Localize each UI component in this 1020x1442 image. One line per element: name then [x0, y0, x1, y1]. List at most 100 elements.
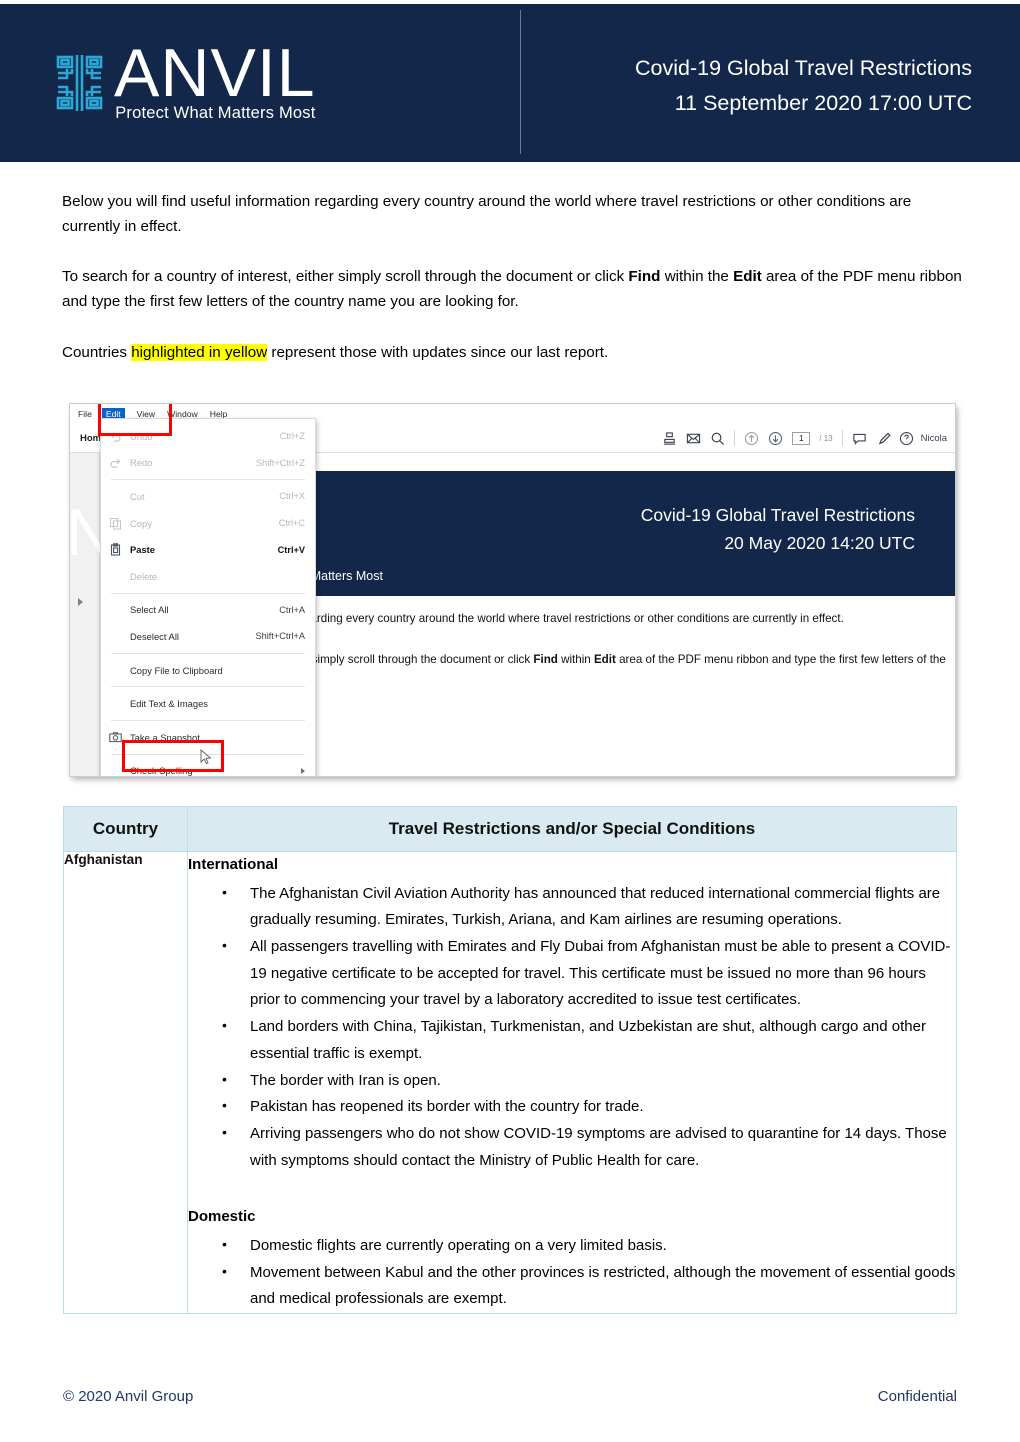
travel-restrictions-table: Country Travel Restrictions and/or Speci… [63, 806, 957, 1314]
copy-icon [109, 517, 124, 530]
anvil-logo: ANVIL Protect What Matters Most [56, 34, 316, 123]
menu-item-label: Copy [130, 517, 152, 529]
no-icon-spacer [109, 697, 124, 710]
menu-item-shortcut: Ctrl+A [279, 604, 305, 615]
menu-item-deselect-all[interactable]: Deselect All Shift+Ctrl+A [101, 623, 315, 650]
menu-item-label: Paste [130, 544, 156, 556]
previous-page-icon[interactable] [744, 431, 759, 446]
section-heading: Domestic [188, 1208, 256, 1226]
menu-item-file[interactable]: File [78, 409, 92, 419]
footer-classification: Confidential [877, 1388, 957, 1405]
menu-item-label: Select All [130, 604, 169, 616]
menu-item-shortcut: Ctrl+V [277, 544, 305, 555]
menu-item-shortcut: Shift+Ctrl+A [255, 631, 305, 642]
menu-item-select-all[interactable]: Select All Ctrl+A [101, 597, 315, 624]
table-header-row: Country Travel Restrictions and/or Speci… [63, 806, 957, 852]
intro-p2-find-bold: Find [628, 268, 661, 286]
list-item: Land borders with China, Tajikistan, Tur… [222, 1013, 956, 1067]
no-icon-spacer [109, 630, 124, 643]
inner-report-timestamp: 20 May 2020 14:20 UTC [724, 533, 915, 553]
list-item: Domestic flights are currently operating… [222, 1232, 956, 1260]
intro-p3-part-b: represent those with updates since our l… [267, 343, 609, 361]
list-item: All passengers travelling with Emirates … [222, 933, 956, 1014]
menu-item-label: Redo [130, 457, 153, 469]
embedded-pdf-screenshot: ANVIL Protect What Matters Most Covid-19… [70, 404, 955, 776]
intro-p2-part-a: To search for a country of interest, eit… [62, 268, 629, 286]
cell-country-name: Afghanistan [63, 851, 188, 1314]
intro-paragraph-3: Countries highlighted in yellow represen… [62, 341, 962, 366]
column-header-restrictions: Travel Restrictions and/or Special Condi… [187, 806, 957, 852]
menu-item-shortcut: Ctrl+C [278, 518, 305, 529]
help-circle-icon[interactable] [899, 431, 914, 446]
menu-separator [111, 592, 305, 594]
menu-item-label: Deselect All [130, 630, 179, 642]
no-icon-spacer [109, 490, 124, 503]
report-title: Covid-19 Global Travel Restrictions [635, 56, 972, 81]
list-item: Pakistan has reopened its border with th… [222, 1093, 956, 1121]
edit-dropdown-menu[interactable]: Undo Ctrl+Z Redo Shift+Ctrl+Z Cut Ctrl+X Copy C… [100, 418, 316, 776]
envelope-icon[interactable] [686, 431, 701, 446]
callout-box-edit-menu [98, 404, 172, 436]
table-body: AfghanistanInternational The Afghanistan … [63, 851, 957, 1314]
intro-p2-edit-bold: Edit [733, 268, 762, 286]
menu-item-label: Cut [130, 490, 145, 502]
header-title-area: Covid-19 Global Travel Restrictions 11 S… [521, 4, 1020, 162]
expand-pane-arrow-icon[interactable] [78, 598, 83, 606]
stamp-icon[interactable] [662, 431, 677, 446]
list-item: Arriving passengers who do not show COVI… [222, 1120, 956, 1174]
paste-clipboard-icon [109, 543, 124, 556]
list-item: The border with Iran is open. [222, 1067, 956, 1095]
page-total-label: / 13 [819, 433, 833, 443]
yellow-highlight-text: highlighted in yellow [131, 343, 268, 361]
inner-p2-edit-bold: Edit [593, 652, 616, 666]
page-number-input[interactable]: 1 [792, 431, 811, 445]
no-icon-spacer [109, 570, 124, 583]
menu-item-shortcut: Ctrl+X [279, 491, 305, 502]
bullet-list: Domestic flights are currently operating… [188, 1232, 956, 1313]
inner-p2-find-bold: Find [533, 652, 558, 666]
anvil-grid-logo-icon [56, 54, 110, 111]
inner-report-title: Covid-19 Global Travel Restrictions [640, 505, 915, 525]
anvil-logo-wordmark: ANVIL Protect What Matters Most [114, 34, 316, 123]
menu-item-edit-text-images[interactable]: Edit Text & Images [101, 690, 315, 717]
report-timestamp: 11 September 2020 17:00 UTC [674, 91, 972, 115]
submenu-chevron-right-icon [301, 767, 305, 774]
no-icon-spacer [109, 603, 124, 616]
toolbar-user-group: Nicola [899, 431, 955, 446]
menu-item-delete: Delete [101, 563, 315, 590]
list-item: Movement between Kabul and the other pro… [222, 1259, 956, 1313]
comment-icon[interactable] [852, 431, 867, 446]
toolbar-separator-2 [841, 430, 843, 446]
redo-icon [109, 456, 124, 469]
intro-paragraph-2: To search for a country of interest, eit… [62, 265, 962, 314]
menu-item-cut: Cut Ctrl+X [101, 483, 315, 510]
logo-tagline: Protect What Matters Most [115, 104, 316, 123]
menu-item-paste[interactable]: Paste Ctrl+V [101, 536, 315, 563]
intro-p2-part-b: within the [660, 268, 734, 286]
highlight-pen-icon[interactable] [876, 431, 891, 446]
intro-text-block: Below you will find useful information r… [62, 190, 962, 365]
table-head: Country Travel Restrictions and/or Speci… [63, 806, 957, 852]
no-icon-spacer [109, 664, 124, 677]
menu-separator [111, 719, 305, 721]
intro-paragraph-1: Below you will find useful information r… [62, 193, 912, 235]
menu-separator [111, 686, 305, 688]
menu-item-label: Copy File to Clipboard [130, 664, 223, 676]
intro-p3-part-a: Countries [62, 343, 132, 361]
menu-item-label: Delete [130, 570, 158, 582]
logo-word: ANVIL [114, 34, 316, 111]
header-logo-area: ANVIL Protect What Matters Most [0, 4, 520, 162]
menu-item-shortcut: Ctrl+Z [279, 431, 305, 442]
menu-item-copy-file-to-clipboard[interactable]: Copy File to Clipboard [101, 657, 315, 684]
toolbar-separator [734, 430, 736, 446]
menu-item-redo: Redo Shift+Ctrl+Z [101, 450, 315, 477]
next-page-icon[interactable] [768, 431, 783, 446]
menu-item-label: Edit Text & Images [130, 698, 208, 710]
cell-restrictions: International The Afghanistan Civil Aviat… [187, 851, 957, 1314]
column-header-country: Country [63, 806, 188, 852]
bullet-list: The Afghanistan Civil Aviation Authority… [188, 880, 956, 1175]
search-icon[interactable] [710, 431, 725, 446]
user-name-label[interactable]: Nicola [921, 433, 947, 444]
section-heading: International [188, 856, 279, 873]
menu-separator [111, 652, 305, 654]
